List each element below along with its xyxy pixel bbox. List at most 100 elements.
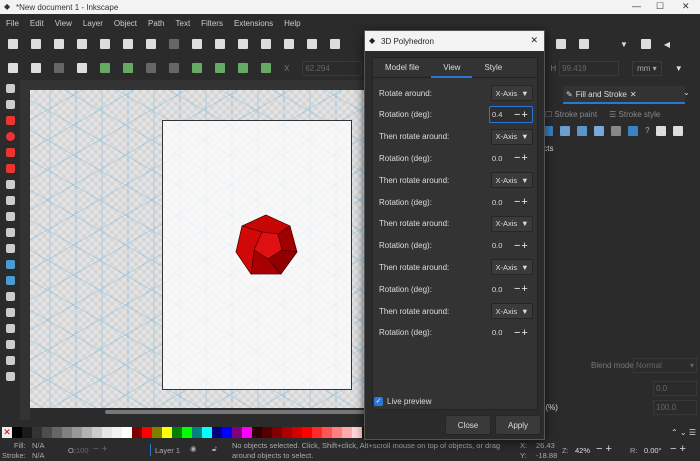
- color-swatch[interactable]: [302, 427, 312, 438]
- raise-icon[interactable]: [215, 63, 225, 73]
- h-input[interactable]: 99.419: [559, 60, 620, 76]
- menu-path[interactable]: Path: [148, 19, 164, 28]
- open-icon[interactable]: [31, 39, 41, 49]
- undo-icon[interactable]: [146, 39, 156, 49]
- radial-gradient-icon[interactable]: [577, 126, 587, 136]
- color-swatch[interactable]: [142, 427, 152, 438]
- zoom-center-icon[interactable]: [330, 39, 340, 49]
- tweak-tool-icon[interactable]: [5, 340, 15, 349]
- rotation-spinbox[interactable]: 0.0 −+: [489, 150, 533, 167]
- panel-collapse-icon[interactable]: ◀: [664, 40, 670, 49]
- export-icon[interactable]: [123, 39, 133, 49]
- rotation-value[interactable]: 0.0: [492, 285, 514, 294]
- rotation-spinbox[interactable]: 0.0 −+: [489, 194, 533, 211]
- maximize-button[interactable]: ☐: [656, 1, 664, 12]
- lower-bottom-icon[interactable]: [261, 63, 271, 73]
- rect-tool-icon[interactable]: [5, 116, 15, 125]
- color-swatch[interactable]: [202, 427, 212, 438]
- rotation-spinbox[interactable]: 0.0 −+: [489, 281, 533, 298]
- minus-plus-buttons[interactable]: −+: [514, 283, 529, 295]
- rotation-stepper[interactable]: − +: [670, 443, 686, 455]
- flip-vertical-icon[interactable]: [169, 63, 179, 73]
- dropdown-arrow-icon[interactable]: ▼: [620, 40, 628, 49]
- color-swatch[interactable]: [152, 427, 162, 438]
- color-swatch[interactable]: [92, 427, 102, 438]
- select-all-icon[interactable]: [8, 63, 18, 73]
- snap-toggle-icon[interactable]: [640, 39, 651, 49]
- mesh-tool-icon[interactable]: [5, 276, 15, 285]
- menu-filters[interactable]: Filters: [201, 19, 223, 28]
- select-all-layers-icon[interactable]: [31, 63, 41, 73]
- axis-select[interactable]: X-Axis ▼: [491, 215, 533, 232]
- menu-view[interactable]: View: [55, 19, 72, 28]
- color-swatch[interactable]: [352, 427, 362, 438]
- new-document-icon[interactable]: [8, 39, 18, 49]
- zoom-selection-icon[interactable]: [261, 39, 271, 49]
- axis-select[interactable]: X-Axis ▼: [491, 303, 533, 319]
- no-paint-swatch[interactable]: ✕: [2, 427, 12, 438]
- color-swatch[interactable]: [122, 427, 132, 438]
- menu-object[interactable]: Object: [114, 19, 137, 28]
- close-window-button[interactable]: ✕: [682, 1, 690, 12]
- close-tab-icon[interactable]: ✕: [630, 90, 637, 99]
- lower-icon[interactable]: [238, 63, 248, 73]
- spray-tool-icon[interactable]: [5, 356, 15, 365]
- menu-text[interactable]: Text: [176, 19, 191, 28]
- selector-tool-icon[interactable]: [5, 84, 15, 93]
- rotation-spinbox[interactable]: 0.0 −+: [489, 324, 533, 341]
- color-swatch[interactable]: [112, 427, 122, 438]
- color-swatch[interactable]: [192, 427, 202, 438]
- save-icon[interactable]: [54, 39, 64, 49]
- menu-extensions[interactable]: Extensions: [234, 19, 273, 28]
- swatch-icon[interactable]: [628, 126, 638, 136]
- layer-visibility-icon[interactable]: ◉: [190, 444, 197, 453]
- axis-select[interactable]: X-Axis ▼: [491, 128, 533, 145]
- color-swatch[interactable]: [182, 427, 192, 438]
- color-swatch[interactable]: [252, 427, 262, 438]
- redo-icon[interactable]: [169, 39, 179, 49]
- zoom-page-icon[interactable]: [307, 39, 317, 49]
- color-swatch[interactable]: [242, 427, 252, 438]
- rotate-ccw-icon[interactable]: [100, 63, 110, 73]
- color-swatch[interactable]: [132, 427, 142, 438]
- cut-icon[interactable]: [215, 39, 225, 49]
- axis-select[interactable]: X-Axis ▼: [491, 85, 533, 101]
- color-swatch[interactable]: [342, 427, 352, 438]
- minus-plus-buttons[interactable]: −+: [514, 240, 529, 252]
- color-swatch[interactable]: [12, 427, 22, 438]
- current-layer[interactable]: Layer 1: [155, 446, 180, 455]
- rotation-value[interactable]: 0.0: [492, 241, 514, 250]
- zoom-drawing-icon[interactable]: [284, 39, 294, 49]
- tab-stroke-paint[interactable]: ☐ Stroke paint: [545, 110, 597, 119]
- import-icon[interactable]: [100, 39, 110, 49]
- live-preview-checkbox[interactable]: ✓: [374, 397, 383, 406]
- dialog-title-bar[interactable]: ◆ 3D Polyhedron ✕: [365, 31, 544, 51]
- copy-icon[interactable]: [192, 39, 202, 49]
- palette-scroll-icons[interactable]: ⌃ ⌄ ☰: [671, 428, 696, 437]
- rotation-value[interactable]: 0.0: [492, 154, 514, 163]
- menu-help[interactable]: Help: [284, 19, 300, 28]
- rotation-value[interactable]: 0.0: [492, 198, 514, 207]
- deselect-icon[interactable]: [54, 63, 64, 73]
- zoom-stepper[interactable]: − +: [596, 443, 612, 455]
- 3dbox-tool-icon[interactable]: [5, 164, 15, 173]
- color-swatch[interactable]: [22, 427, 32, 438]
- pattern-icon[interactable]: [611, 126, 621, 136]
- opacity-input[interactable]: 100.0: [653, 400, 697, 415]
- calligraphy-tool-icon[interactable]: [5, 228, 15, 237]
- nonzero-icon[interactable]: [673, 126, 684, 136]
- raise-top-icon[interactable]: [192, 63, 202, 73]
- color-swatch[interactable]: [72, 427, 82, 438]
- color-swatch[interactable]: [292, 427, 302, 438]
- ellipse-tool-icon[interactable]: [5, 132, 15, 141]
- color-swatch[interactable]: [332, 427, 342, 438]
- eraser-tool-icon[interactable]: [5, 372, 15, 381]
- tab-view[interactable]: View: [431, 58, 473, 78]
- live-preview-toggle[interactable]: ✓ Live preview: [374, 397, 431, 406]
- opacity-input[interactable]: 100: [76, 446, 89, 455]
- color-swatch[interactable]: [102, 427, 112, 438]
- connector-tool-icon[interactable]: [5, 292, 15, 301]
- pencil-tool-icon[interactable]: [5, 196, 15, 205]
- minimize-button[interactable]: —: [632, 1, 641, 11]
- axis-select[interactable]: X-Axis ▼: [491, 259, 533, 276]
